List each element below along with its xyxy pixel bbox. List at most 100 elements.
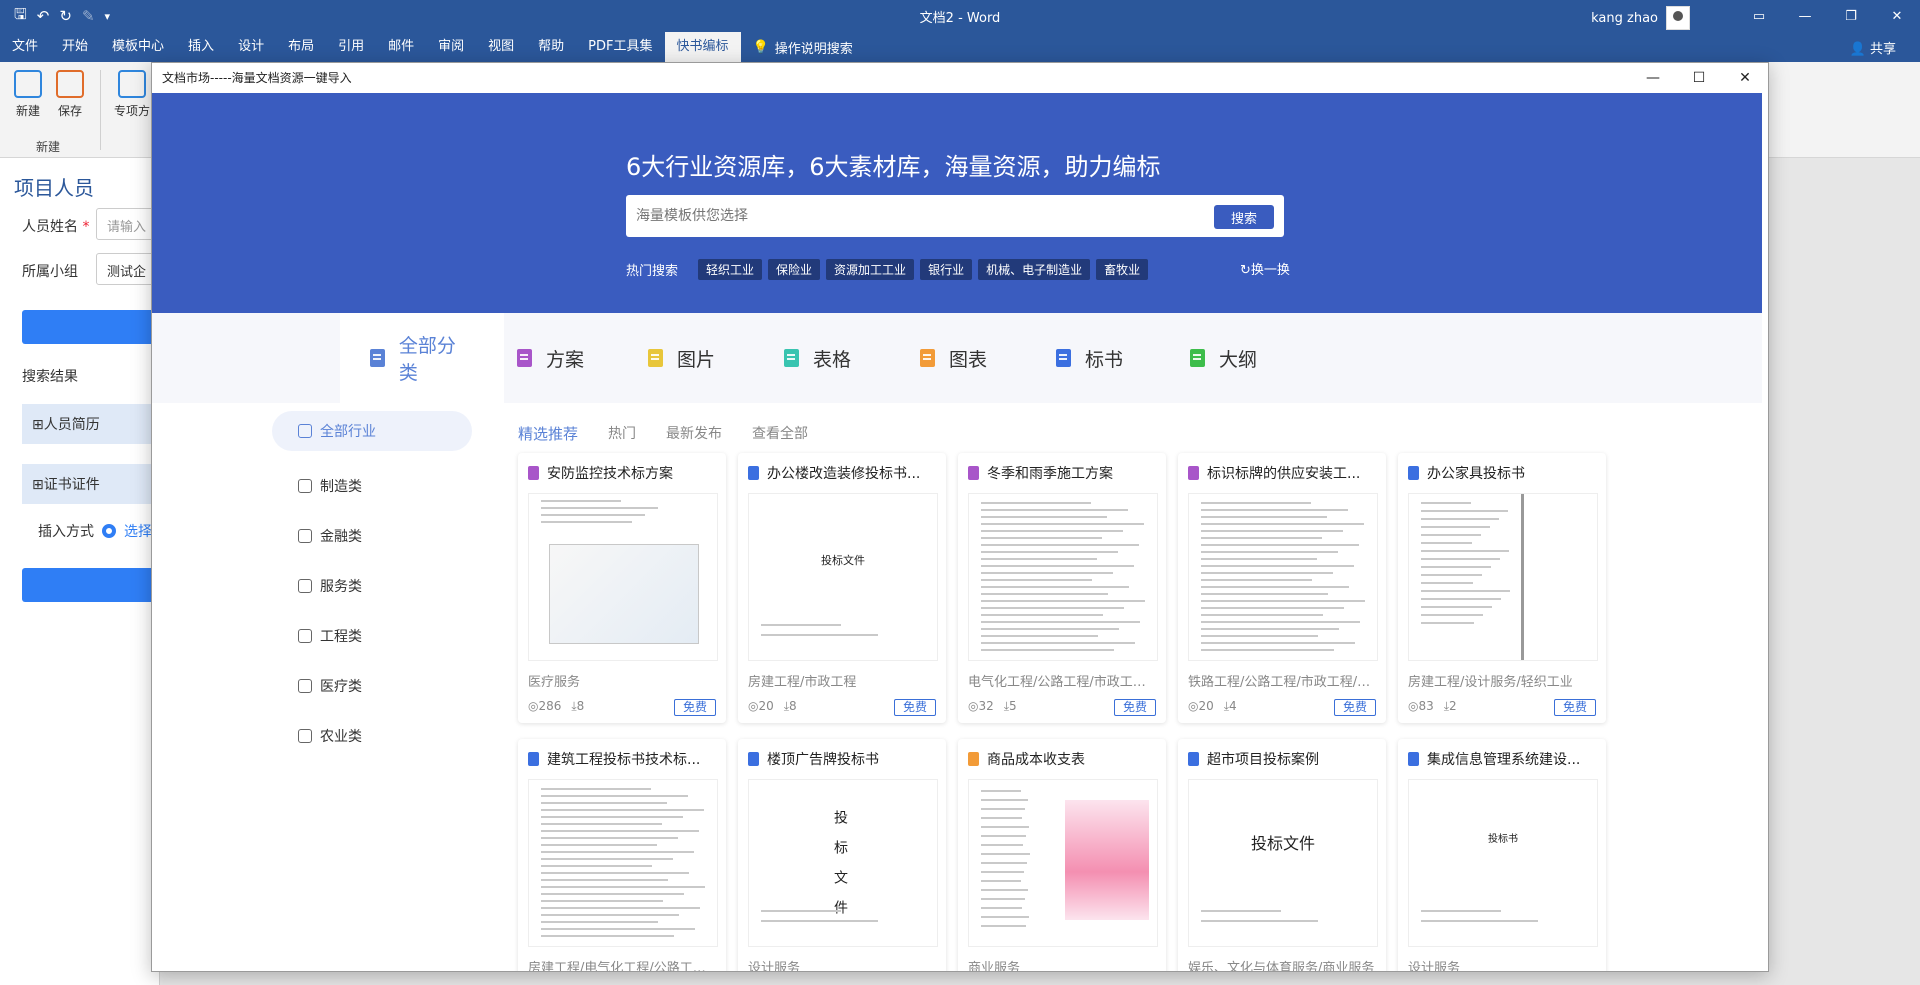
industry-item[interactable]: 农业类 — [272, 711, 472, 761]
card-thumbnail[interactable] — [1188, 493, 1378, 661]
industry-item[interactable]: 服务类 — [272, 561, 472, 611]
ribbon-tab[interactable]: 视图 — [476, 32, 526, 62]
text-line — [1421, 910, 1501, 912]
category-tab[interactable]: 标书 — [1026, 313, 1153, 403]
card-thumbnail[interactable] — [528, 493, 718, 661]
hot-tag[interactable]: 畜牧业 — [1096, 259, 1149, 280]
document-card[interactable]: 超市项目投标案例 投标文件 娱乐、文化与体育服务/商业服务 — [1178, 739, 1386, 971]
card-thumbnail[interactable] — [968, 493, 1158, 661]
category-tab[interactable]: 图表 — [890, 313, 1017, 403]
maximize-icon[interactable]: ☐ — [1676, 63, 1722, 93]
document-card[interactable]: 商品成本收支表 商业服务 — [958, 739, 1166, 971]
ribbon-tab[interactable]: 快书编标 — [664, 32, 741, 62]
special-plan-label: 专项方 — [113, 104, 150, 118]
document-card[interactable]: 楼顶广告牌投标书 投标文件 设计服务 — [738, 739, 946, 972]
hot-tag[interactable]: 保险业 — [768, 259, 821, 280]
card-tags: 设计服务 — [1408, 961, 1461, 972]
industry-item[interactable]: 制造类 — [272, 461, 472, 511]
insert-radio[interactable] — [102, 524, 116, 538]
content-tab[interactable]: 热门 — [608, 423, 636, 444]
save-button[interactable]: 保存 — [50, 70, 90, 119]
ribbon-tab[interactable]: 帮助 — [526, 32, 576, 62]
content-tab[interactable]: 最新发布 — [666, 423, 722, 444]
content-tab[interactable]: 精选推荐 — [518, 423, 578, 444]
tell-me-search[interactable]: 💡 操作说明搜索 — [741, 38, 865, 57]
category-tab[interactable]: 方案 — [487, 313, 614, 403]
category-tab[interactable]: 全部分类 — [340, 313, 504, 403]
minimize-icon[interactable]: — — [1782, 0, 1828, 32]
certificate-group[interactable]: ⊞证书证件 — [22, 464, 162, 504]
search-person-button[interactable] — [22, 310, 162, 344]
document-card[interactable]: 建筑工程投标书技术标... 房建工程/电气化工程/公路工程/... — [518, 739, 726, 971]
category-tab[interactable]: 表格 — [754, 313, 881, 403]
card-title: 标识标牌的供应安装工... — [1188, 463, 1378, 483]
document-card[interactable]: 冬季和雨季施工方案 电气化工程/公路工程/市政工程/... ◎32 ⤓5 免费 — [958, 453, 1166, 723]
hot-tag[interactable]: 银行业 — [920, 259, 973, 280]
card-thumbnail[interactable]: 投标文件 — [748, 493, 938, 661]
restore-icon[interactable]: ❐ — [1828, 0, 1874, 32]
user-account[interactable]: kang zhao — [1591, 6, 1690, 30]
hot-tag[interactable]: 机械、电子制造业 — [978, 259, 1091, 280]
search-input[interactable] — [636, 203, 1196, 229]
text-line — [981, 600, 1145, 602]
insert-option[interactable]: 选择 — [124, 521, 152, 541]
diagram-figure — [549, 544, 699, 644]
search-box: 搜索 — [626, 195, 1284, 237]
new-button[interactable]: 新建 — [8, 70, 48, 119]
ribbon-tab[interactable]: 邮件 — [376, 32, 426, 62]
industry-item[interactable]: 金融类 — [272, 511, 472, 561]
industry-item[interactable]: 全部行业 — [272, 411, 472, 451]
document-card[interactable]: 集成信息管理系统建设... 投标书 设计服务 — [1398, 739, 1606, 972]
close-icon[interactable]: ✕ — [1722, 63, 1768, 93]
hot-tag[interactable]: 轻织工业 — [698, 259, 763, 280]
document-card[interactable]: 办公家具投标书 房建工程/设计服务/轻织工业 ◎83 ⤓2 免费 — [1398, 453, 1606, 723]
lightbulb-icon: 💡 — [752, 39, 769, 55]
insert-button[interactable] — [22, 568, 162, 602]
avatar[interactable] — [1666, 6, 1690, 30]
card-thumbnail[interactable] — [528, 779, 718, 947]
industry-item[interactable]: 医疗类 — [272, 661, 472, 711]
minimize-icon[interactable]: — — [1630, 63, 1676, 93]
ribbon-tab[interactable]: 模板中心 — [100, 32, 176, 62]
industry-item[interactable]: 工程类 — [272, 611, 472, 661]
ribbon-tab[interactable]: 文件 — [0, 32, 50, 62]
ribbon-tab[interactable]: 布局 — [276, 32, 326, 62]
category-label: 标书 — [1085, 348, 1124, 371]
document-type-icon — [748, 752, 759, 766]
category-label: 大纲 — [1219, 348, 1258, 371]
document-card[interactable]: 标识标牌的供应安装工... 铁路工程/公路工程/市政工程/房... ◎20 ⤓4 免费 — [1178, 453, 1386, 723]
category-tab[interactable]: 图片 — [618, 313, 745, 403]
card-thumbnail[interactable]: 投标书 — [1408, 779, 1598, 947]
card-tags: 房建工程/设计服务/轻织工业 — [1408, 675, 1573, 690]
special-plan-button[interactable]: 专项方 — [108, 70, 156, 119]
card-thumbnail[interactable] — [1408, 493, 1598, 661]
search-button[interactable]: 搜索 — [1214, 205, 1274, 229]
text-line — [981, 871, 1024, 873]
document-card[interactable]: 办公楼改造装修投标书... 投标文件 房建工程/市政工程 ◎20 ⤓8 免费 — [738, 453, 946, 723]
close-icon[interactable]: ✕ — [1874, 0, 1920, 32]
share-button[interactable]: 👤 共享 — [1850, 38, 1896, 57]
text-line — [1201, 544, 1359, 546]
ribbon-tab[interactable]: PDF工具集 — [576, 32, 664, 62]
ribbon-display-icon[interactable]: ▭ — [1736, 0, 1782, 32]
text-line — [1421, 566, 1491, 568]
ribbon-tab[interactable]: 引用 — [326, 32, 376, 62]
ribbon-tab[interactable]: 设计 — [226, 32, 276, 62]
category-tab[interactable]: 大纲 — [1160, 313, 1287, 403]
chart-figure — [1065, 800, 1149, 920]
free-badge: 免费 — [1333, 699, 1376, 716]
refresh-button[interactable]: ↻换一换 — [1240, 259, 1290, 278]
card-thumbnail[interactable] — [968, 779, 1158, 947]
hot-tag[interactable]: 资源加工工业 — [826, 259, 915, 280]
ribbon-tab[interactable]: 插入 — [176, 32, 226, 62]
card-tags: 设计服务 — [748, 961, 801, 972]
share-label: 共享 — [1869, 42, 1896, 57]
free-badge: 免费 — [1113, 699, 1156, 716]
document-card[interactable]: 安防监控技术标方案 医疗服务 ◎286 ⤓8 免费 — [518, 453, 726, 723]
ribbon-tab[interactable]: 审阅 — [426, 32, 476, 62]
card-thumbnail[interactable]: 投标文件 — [748, 779, 938, 947]
content-tab[interactable]: 查看全部 — [752, 423, 808, 444]
resume-group[interactable]: ⊞人员简历 — [22, 404, 162, 444]
ribbon-tab[interactable]: 开始 — [50, 32, 100, 62]
card-thumbnail[interactable]: 投标文件 — [1188, 779, 1378, 947]
